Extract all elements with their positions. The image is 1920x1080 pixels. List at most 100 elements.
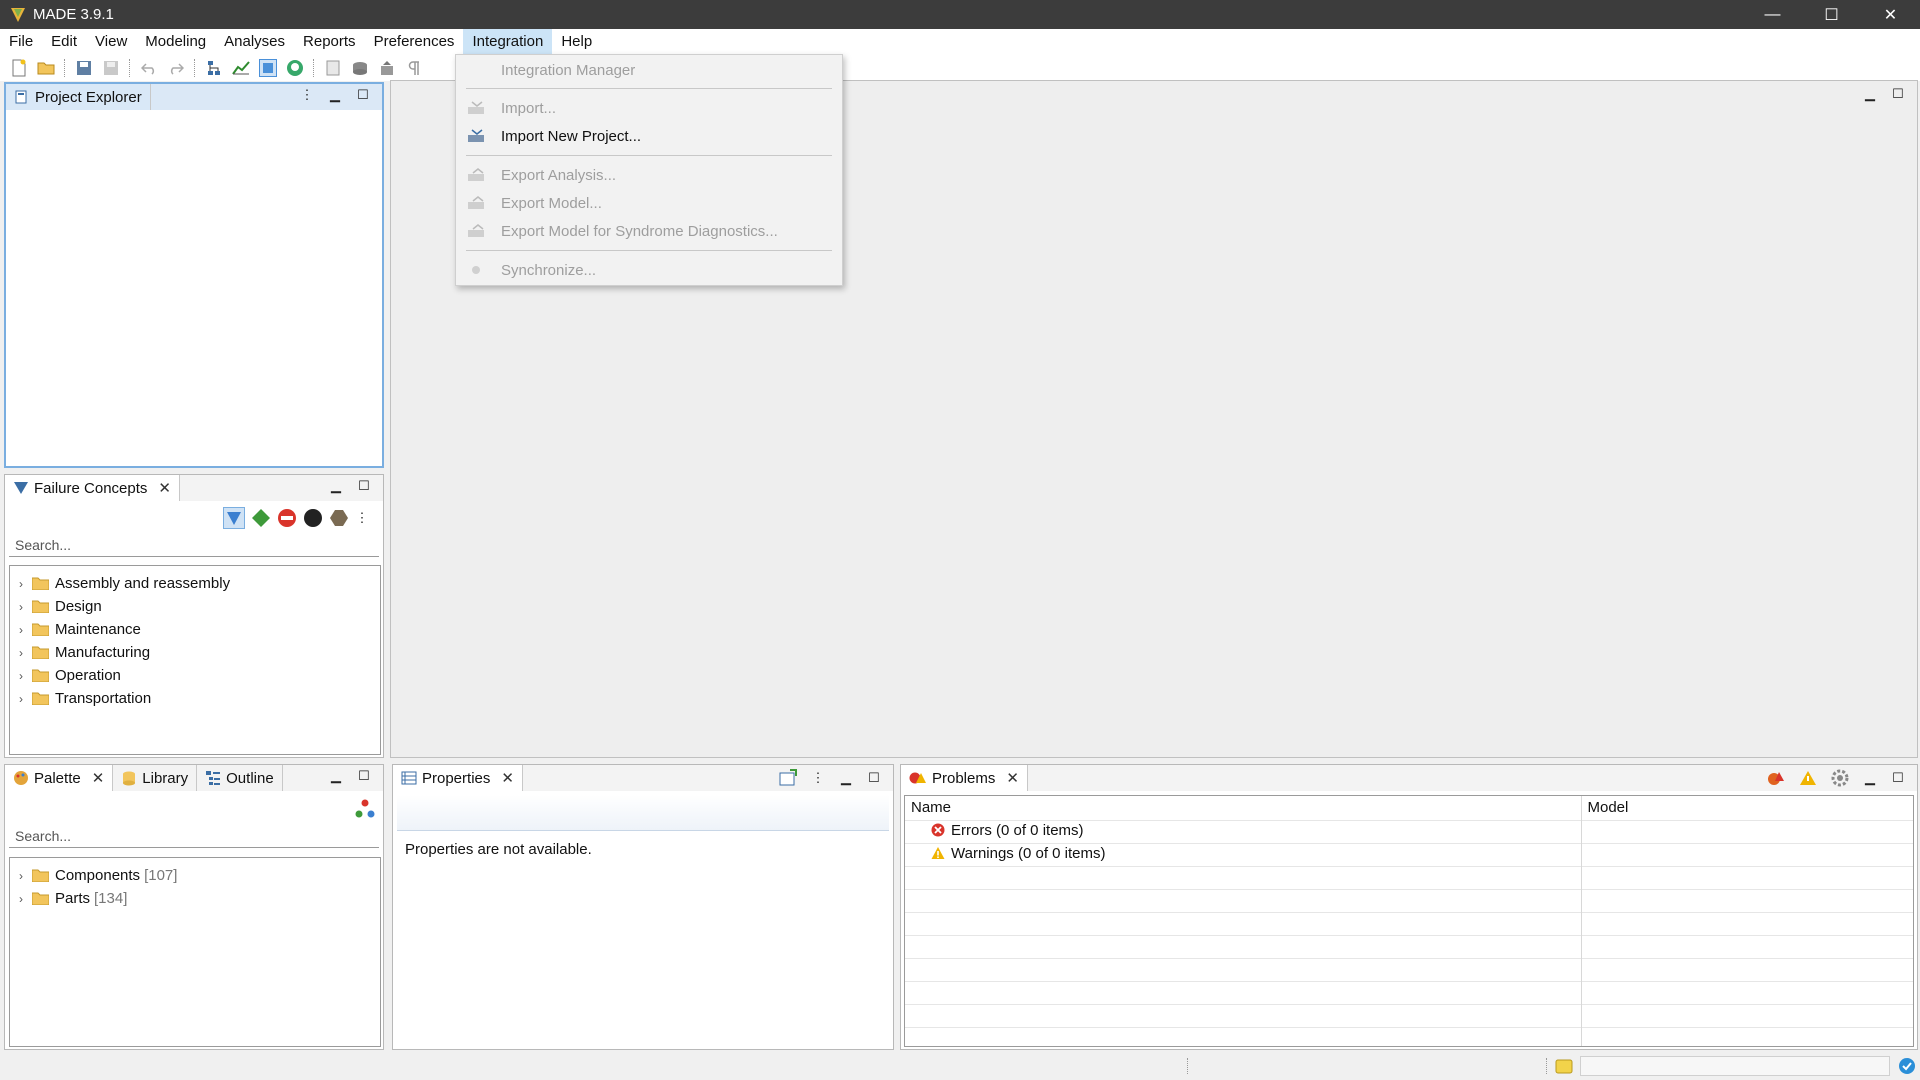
tree-item-folder[interactable]: › Design: [10, 595, 380, 618]
maximize-view-icon[interactable]: ☐: [1891, 86, 1905, 101]
problems-table: Name Model Errors (0 of 0 items) Warning…: [905, 796, 1913, 1046]
column-header-model[interactable]: Model: [1581, 796, 1913, 820]
document-icon[interactable]: [322, 57, 343, 78]
sync-icon: [466, 262, 486, 278]
export-icon: [466, 195, 486, 211]
maximize-view-icon[interactable]: ☐: [1891, 770, 1905, 785]
minimize-view-icon[interactable]: ▁: [329, 768, 343, 783]
menu-item-label: Export Analysis...: [501, 166, 617, 184]
save-all-icon[interactable]: [100, 57, 121, 78]
minimize-view-icon[interactable]: ▁: [1863, 770, 1877, 785]
progress-icon[interactable]: [1898, 1057, 1916, 1075]
menu-item-export-analysis[interactable]: Export Analysis...: [456, 162, 842, 188]
maximize-view-icon[interactable]: ☐: [356, 87, 370, 102]
undo-icon[interactable]: [138, 57, 159, 78]
tree-item-folder[interactable]: › Manufacturing: [10, 641, 380, 664]
settings-gear-icon[interactable]: [1831, 769, 1849, 787]
chevron-right-icon[interactable]: ›: [10, 692, 32, 706]
close-button[interactable]: ✕: [1861, 0, 1920, 29]
tab-problems[interactable]: Problems ✕: [901, 765, 1028, 791]
chart-icon[interactable]: [230, 57, 251, 78]
menu-help[interactable]: Help: [552, 29, 601, 54]
menu-item-export-model[interactable]: Export Model...: [456, 190, 842, 216]
minimize-view-icon[interactable]: ▁: [1863, 86, 1877, 101]
maximize-view-icon[interactable]: ☐: [357, 768, 371, 783]
tree-item-folder[interactable]: › Maintenance: [10, 618, 380, 641]
maximize-button[interactable]: ☐: [1802, 0, 1861, 29]
close-tab-icon[interactable]: ✕: [158, 479, 171, 497]
menu-preferences[interactable]: Preferences: [365, 29, 464, 54]
palette-search-input[interactable]: Search...: [9, 824, 379, 848]
menu-item-import-new-project[interactable]: Import New Project...: [456, 123, 842, 149]
chevron-right-icon[interactable]: ›: [10, 892, 32, 906]
new-file-icon[interactable]: [8, 57, 29, 78]
menu-modeling[interactable]: Modeling: [136, 29, 215, 54]
tab-outline[interactable]: Outline: [197, 765, 283, 791]
view-menu-icon[interactable]: ⋮: [300, 87, 314, 102]
menu-reports[interactable]: Reports: [294, 29, 365, 54]
tree-item-folder[interactable]: › Operation: [10, 664, 380, 687]
tab-library[interactable]: Library: [113, 765, 198, 791]
analysis-icon[interactable]: [284, 57, 305, 78]
menu-analyses[interactable]: Analyses: [215, 29, 294, 54]
minimize-view-icon[interactable]: ▁: [839, 770, 853, 785]
empty-row: [905, 1004, 1913, 1027]
view-menu-icon[interactable]: ⋮: [355, 510, 369, 525]
menu-item-import[interactable]: Import...: [456, 95, 842, 121]
redo-icon[interactable]: [165, 57, 186, 78]
failure-mode-filter-icon[interactable]: [223, 507, 245, 529]
chevron-right-icon[interactable]: ›: [10, 577, 32, 591]
project-explorer-content[interactable]: [6, 111, 382, 466]
minimize-button[interactable]: —: [1743, 0, 1802, 29]
tree-item-folder[interactable]: › Parts [134]: [10, 887, 380, 910]
hierarchy-icon[interactable]: [203, 57, 224, 78]
filter-warnings-icon[interactable]: [1799, 770, 1817, 786]
tab-properties[interactable]: Properties ✕: [393, 765, 523, 791]
menu-item-integration-manager[interactable]: Integration Manager: [456, 57, 842, 83]
menu-view[interactable]: View: [86, 29, 136, 54]
minimize-view-icon[interactable]: ▁: [329, 478, 343, 493]
view-menu-icon[interactable]: ⋮: [811, 770, 825, 785]
minimize-view-icon[interactable]: ▁: [328, 87, 342, 102]
column-header-name[interactable]: Name: [905, 796, 1582, 820]
menu-item-synchronize[interactable]: Synchronize...: [456, 257, 842, 283]
share-icon[interactable]: [355, 799, 375, 819]
close-tab-icon[interactable]: ✕: [501, 769, 514, 787]
chevron-right-icon[interactable]: ›: [10, 669, 32, 683]
tab-failure-concepts[interactable]: Failure Concepts ✕: [5, 475, 180, 501]
chevron-right-icon[interactable]: ›: [10, 646, 32, 660]
table-row[interactable]: Errors (0 of 0 items): [905, 820, 1913, 843]
chevron-right-icon[interactable]: ›: [10, 869, 32, 883]
chevron-right-icon[interactable]: ›: [10, 623, 32, 637]
folder-icon: [32, 646, 49, 659]
table-row[interactable]: Warnings (0 of 0 items): [905, 843, 1913, 866]
symptom-filter-icon[interactable]: [303, 508, 323, 528]
chevron-right-icon[interactable]: ›: [10, 600, 32, 614]
save-icon[interactable]: [73, 57, 94, 78]
tab-project-explorer[interactable]: Project Explorer: [6, 84, 151, 110]
filter-errors-icon[interactable]: [1767, 770, 1785, 786]
menu-item-export-model-syndrome[interactable]: Export Model for Syndrome Diagnostics...: [456, 218, 842, 244]
cause-filter-icon[interactable]: [251, 508, 271, 528]
tree-item-folder[interactable]: › Assembly and reassembly: [10, 572, 380, 595]
notification-icon[interactable]: [1555, 1058, 1573, 1074]
tab-palette[interactable]: Palette ✕: [5, 765, 114, 791]
maximize-view-icon[interactable]: ☐: [867, 770, 881, 785]
export-icon[interactable]: [376, 57, 397, 78]
pin-view-icon[interactable]: [779, 769, 797, 787]
close-tab-icon[interactable]: ✕: [1006, 769, 1019, 787]
tree-item-folder[interactable]: › Transportation: [10, 687, 380, 710]
failure-concepts-search-input[interactable]: Search...: [9, 533, 379, 557]
menu-edit[interactable]: Edit: [42, 29, 86, 54]
close-tab-icon[interactable]: ✕: [92, 769, 105, 787]
paragraph-icon[interactable]: [403, 57, 424, 78]
open-folder-icon[interactable]: [35, 57, 56, 78]
diagram-view-icon[interactable]: [257, 57, 278, 78]
effect-filter-icon[interactable]: [277, 508, 297, 528]
maximize-view-icon[interactable]: ☐: [357, 478, 371, 493]
menu-file[interactable]: File: [0, 29, 42, 54]
tree-item-folder[interactable]: › Components [107]: [10, 864, 380, 887]
menu-integration[interactable]: Integration: [463, 29, 553, 54]
database-icon[interactable]: [349, 57, 370, 78]
mitigation-filter-icon[interactable]: [329, 508, 349, 528]
